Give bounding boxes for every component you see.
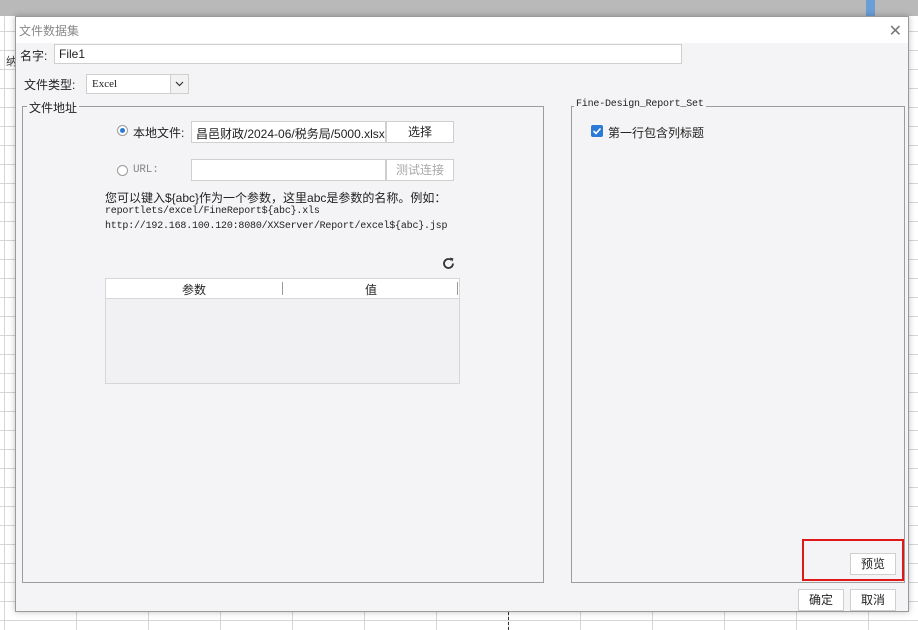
settings-group-title: Fine-Design_Report_Set	[574, 99, 706, 110]
choose-file-button[interactable]: 选择	[386, 121, 454, 143]
parameter-table: 参数 值	[105, 278, 460, 384]
settings-group: Fine-Design_Report_Set	[571, 99, 905, 583]
dialog-title: 文件数据集	[19, 24, 80, 38]
highlight-annotation	[802, 539, 904, 581]
parameter-table-header: 参数 值	[106, 279, 459, 299]
page-break-line	[508, 612, 509, 630]
file-type-select[interactable]: Excel	[86, 74, 189, 94]
param-hint-example-2: http://192.168.100.120:8080/XXServer/Rep…	[105, 221, 448, 232]
local-file-path-input[interactable]: 昌邑财政/2024-06/税务局/5000.xlsx	[191, 121, 386, 143]
first-row-header-label: 第一行包含列标题	[608, 126, 705, 140]
name-input[interactable]: File1	[54, 44, 682, 64]
param-hint-example-1: reportlets/excel/FineReport${abc}.xls	[105, 206, 320, 217]
file-type-label: 文件类型:	[24, 78, 76, 92]
cancel-button[interactable]: 取消	[850, 589, 896, 611]
url-label: URL:	[133, 164, 159, 176]
url-radio[interactable]	[117, 165, 128, 176]
first-row-header-checkbox[interactable]	[591, 125, 603, 137]
close-icon[interactable]: ✕	[889, 21, 902, 41]
param-column-header: 参数	[181, 283, 206, 297]
local-file-label: 本地文件:	[133, 126, 185, 140]
column-divider	[457, 282, 458, 295]
ok-button[interactable]: 确定	[798, 589, 844, 611]
name-label: 名字:	[20, 49, 48, 63]
value-column-header: 值	[364, 283, 377, 297]
file-dataset-dialog: 文件数据集 ✕ 名字: File1 文件类型: Excel 文件地址 本地文件:…	[15, 16, 909, 612]
refresh-icon[interactable]	[441, 256, 456, 274]
url-input[interactable]	[191, 159, 386, 181]
background-toolbar	[0, 0, 918, 16]
chevron-down-icon[interactable]	[170, 75, 188, 93]
dialog-titlebar: 文件数据集 ✕	[16, 17, 908, 43]
local-file-radio[interactable]	[117, 125, 128, 136]
file-address-group-title: 文件地址	[27, 99, 80, 116]
background-scroll-indicator	[866, 0, 875, 16]
file-type-value: Excel	[92, 78, 118, 90]
test-connection-button[interactable]: 测试连接	[386, 159, 454, 181]
param-hint-text: 您可以键入${abc}作为一个参数，这里abc是参数的名称。例如：	[105, 191, 447, 205]
